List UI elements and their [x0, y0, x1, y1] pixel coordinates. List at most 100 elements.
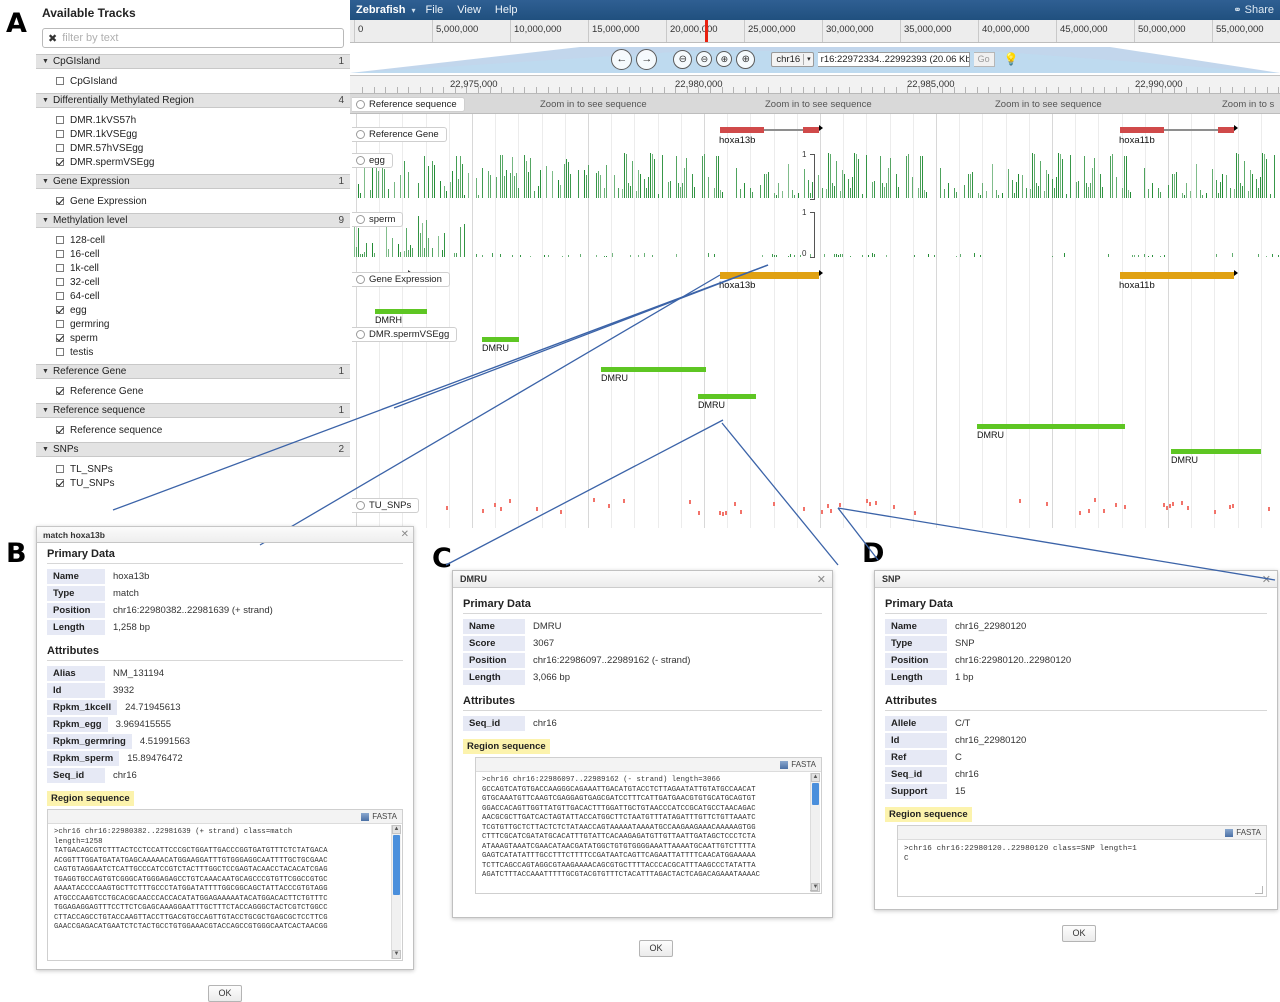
- sequence-scrollbar-c[interactable]: ▲ ▼: [810, 773, 820, 892]
- sperm-methylation-wiggle[interactable]: [350, 211, 1280, 257]
- ok-button-c[interactable]: OK: [639, 940, 673, 957]
- track-checkbox[interactable]: [56, 387, 64, 395]
- snp-marker[interactable]: [1232, 504, 1234, 508]
- snp-marker[interactable]: [1103, 509, 1105, 513]
- resize-grip-icon[interactable]: [810, 883, 818, 891]
- snp-marker[interactable]: [1124, 505, 1126, 509]
- track-filter-input[interactable]: filter by text: [62, 32, 118, 44]
- track-checkbox[interactable]: [56, 250, 64, 258]
- track-checkbox[interactable]: [56, 264, 64, 272]
- scroll-up-icon[interactable]: ▲: [811, 773, 820, 782]
- track-item[interactable]: TU_SNPs: [36, 476, 350, 490]
- track-category-header[interactable]: ▼Differentially Methylated Region4: [36, 93, 350, 108]
- ok-button-b[interactable]: OK: [208, 985, 242, 1002]
- snp-marker[interactable]: [722, 512, 724, 516]
- track-item[interactable]: DMR.spermVSEgg: [36, 155, 350, 169]
- nav-back-button[interactable]: ←: [611, 49, 632, 70]
- gene-glyph-hoxa11b-exon1[interactable]: [1120, 127, 1164, 133]
- track-toggle-icon[interactable]: [356, 501, 365, 510]
- scrollbar-thumb[interactable]: [393, 835, 400, 895]
- snp-marker[interactable]: [875, 501, 877, 505]
- zoom-out-large-button[interactable]: ⊖: [673, 50, 692, 69]
- menu-view[interactable]: View: [457, 4, 481, 16]
- snp-marker[interactable]: [725, 511, 727, 515]
- sequence-scroll-area-b[interactable]: >chr16 chr16:22980382..22981639 (+ stran…: [48, 824, 402, 960]
- close-icon[interactable]: ✕: [1260, 573, 1273, 586]
- snp-marker[interactable]: [1166, 506, 1168, 510]
- close-icon[interactable]: ✕: [815, 573, 828, 586]
- chromosome-select[interactable]: chr16 ▾: [771, 52, 813, 67]
- track-toggle-icon[interactable]: [356, 100, 365, 109]
- track-item[interactable]: Gene Expression: [36, 194, 350, 208]
- snp-marker[interactable]: [914, 511, 916, 515]
- snp-marker[interactable]: [1169, 504, 1171, 508]
- track-category-header[interactable]: ▼Reference Gene1: [36, 364, 350, 379]
- sequence-scrollbar-b[interactable]: ▲ ▼: [391, 825, 401, 959]
- snp-marker[interactable]: [1181, 501, 1183, 505]
- track-item[interactable]: 32-cell: [36, 275, 350, 289]
- dialog-titlebar-d[interactable]: SNP ✕: [875, 571, 1277, 588]
- position-ruler[interactable]: 22,975,00022,980,00022,985,00022,990,000: [350, 75, 1280, 94]
- track-checkbox[interactable]: [56, 116, 64, 124]
- track-toggle-icon[interactable]: [356, 215, 365, 224]
- snp-marker[interactable]: [593, 498, 595, 502]
- scrollbar-thumb[interactable]: [812, 783, 819, 805]
- snp-marker[interactable]: [839, 503, 841, 507]
- snp-marker[interactable]: [623, 499, 625, 503]
- snp-marker[interactable]: [1079, 511, 1081, 515]
- expression-glyph-hoxa13b[interactable]: [720, 272, 819, 279]
- zoom-out-button[interactable]: ⊖: [696, 51, 712, 67]
- track-checkbox[interactable]: [56, 197, 64, 205]
- track-checkbox[interactable]: [56, 292, 64, 300]
- clear-filter-icon[interactable]: ✖: [48, 32, 57, 45]
- track-item[interactable]: DMR.1kVS57h: [36, 113, 350, 127]
- sequence-scroll-area-c[interactable]: >chr16 chr16:22986097..22989162 (- stran…: [476, 772, 821, 893]
- snp-marker[interactable]: [494, 503, 496, 507]
- snp-marker[interactable]: [560, 510, 562, 514]
- snp-marker[interactable]: [1229, 505, 1231, 509]
- snp-marker[interactable]: [1172, 502, 1174, 506]
- track-toggle-icon[interactable]: [356, 156, 365, 165]
- snp-marker[interactable]: [827, 504, 829, 508]
- snp-marker[interactable]: [1163, 503, 1165, 507]
- fasta-link-b[interactable]: FASTA: [372, 812, 397, 821]
- egg-methylation-wiggle[interactable]: [350, 152, 1280, 198]
- snp-marker[interactable]: [608, 504, 610, 508]
- snp-marker[interactable]: [1115, 503, 1117, 507]
- track-category-header[interactable]: ▼Gene Expression1: [36, 174, 350, 189]
- track-label-gene-expression[interactable]: Gene Expression: [352, 272, 450, 287]
- snp-marker[interactable]: [1019, 499, 1021, 503]
- track-item[interactable]: Reference sequence: [36, 423, 350, 437]
- track-item[interactable]: 64-cell: [36, 289, 350, 303]
- dmr-feature-glyph[interactable]: [482, 337, 519, 342]
- track-item[interactable]: 128-cell: [36, 233, 350, 247]
- track-item[interactable]: germring: [36, 317, 350, 331]
- track-label-tu-snps[interactable]: TU_SNPs: [352, 498, 419, 513]
- track-checkbox[interactable]: [56, 348, 64, 356]
- track-toggle-icon[interactable]: [356, 330, 365, 339]
- organism-dropdown-icon[interactable]: ▾: [412, 6, 416, 15]
- track-category-header[interactable]: ▼SNPs2: [36, 442, 350, 457]
- menu-help[interactable]: Help: [495, 4, 518, 16]
- snp-marker[interactable]: [1268, 507, 1270, 511]
- dmr-feature-glyph[interactable]: [1171, 449, 1261, 454]
- scroll-down-icon[interactable]: ▼: [392, 950, 401, 959]
- snp-marker[interactable]: [509, 499, 511, 503]
- highlight-icon[interactable]: 💡: [1004, 53, 1019, 65]
- snp-marker[interactable]: [803, 507, 805, 511]
- track-label-dmr-spermvsegg[interactable]: DMR.spermVSEgg: [352, 327, 457, 342]
- track-checkbox[interactable]: [56, 306, 64, 314]
- track-category-header[interactable]: ▼CpGIsland1: [36, 54, 350, 69]
- track-item[interactable]: Reference Gene: [36, 384, 350, 398]
- track-item[interactable]: sperm: [36, 331, 350, 345]
- zoom-in-large-button[interactable]: ⊕: [736, 50, 755, 69]
- track-checkbox[interactable]: [56, 479, 64, 487]
- snp-marker[interactable]: [734, 502, 736, 506]
- ok-button-d[interactable]: OK: [1062, 925, 1096, 942]
- track-item[interactable]: CpGIsland: [36, 74, 350, 88]
- track-checkbox[interactable]: [56, 130, 64, 138]
- snp-marker[interactable]: [830, 509, 832, 513]
- track-checkbox[interactable]: [56, 426, 64, 434]
- snp-marker[interactable]: [773, 502, 775, 506]
- track-checkbox[interactable]: [56, 320, 64, 328]
